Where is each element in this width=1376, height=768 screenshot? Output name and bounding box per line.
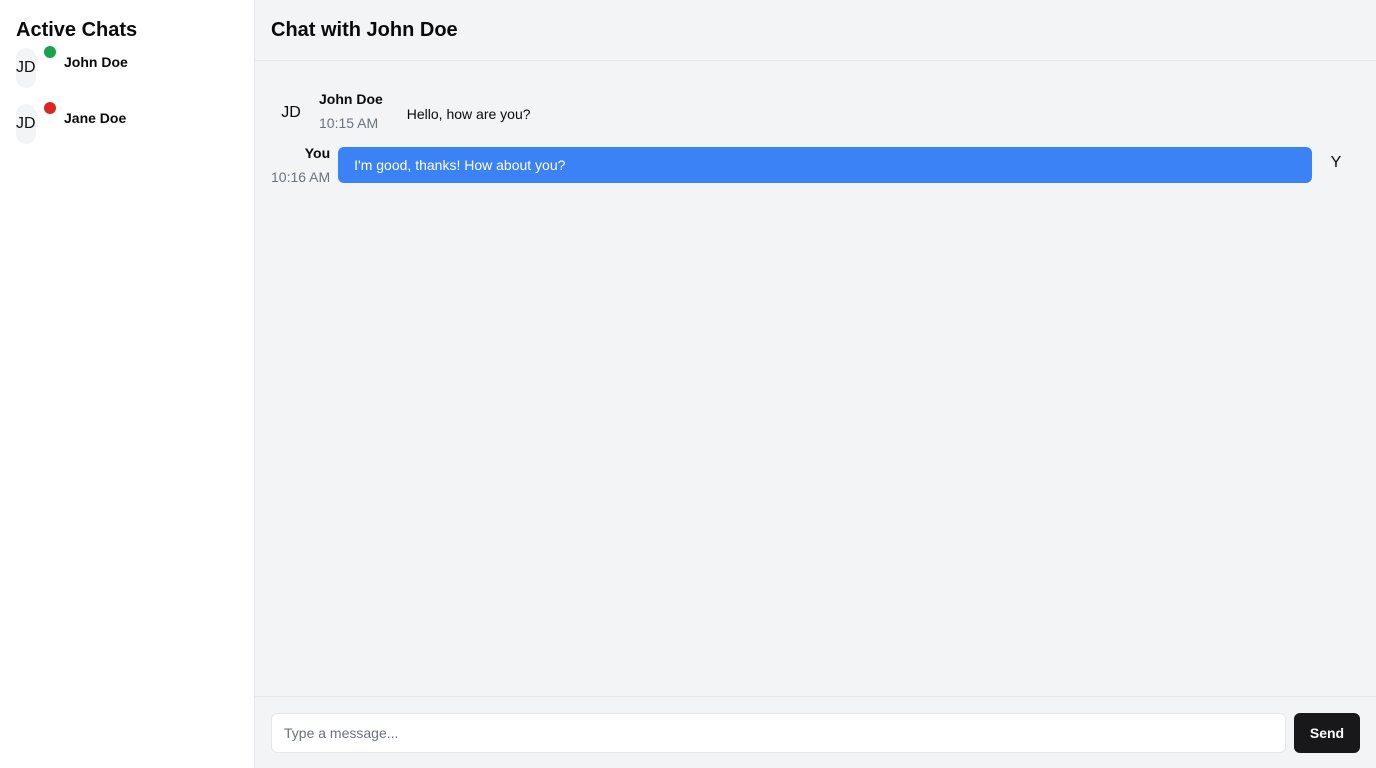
message-composer: Send <box>255 696 1376 768</box>
message-time: 10:16 AM <box>271 169 331 185</box>
chat-item-john-doe[interactable]: JD John Doe <box>16 46 238 88</box>
avatar-wrap: JD <box>16 102 56 144</box>
chat-list: JD John Doe JD Jane Doe <box>16 46 238 144</box>
message-input[interactable] <box>271 712 1286 753</box>
send-button[interactable]: Send <box>1294 712 1360 753</box>
message-time: 10:15 AM <box>319 115 379 131</box>
chat-item-label: John Doe <box>64 54 128 70</box>
avatar: JD <box>16 104 36 144</box>
chat-item-label: Jane Doe <box>64 110 127 126</box>
sidebar: Active Chats JD John Doe JD Jane Doe <box>0 0 255 768</box>
message-incoming: JD John Doe 10:15 AM Hello, how are you? <box>271 85 1360 141</box>
message-outgoing: You 10:16 AM I'm good, thanks! How about… <box>271 145 1360 189</box>
chat-item-jane-doe[interactable]: JD Jane Doe <box>16 102 238 144</box>
chat-header: Chat with John Doe <box>255 0 1376 61</box>
message-meta: You 10:16 AM <box>271 143 330 187</box>
avatar: JD <box>281 104 301 121</box>
message-text: I'm good, thanks! How about you? <box>354 157 566 173</box>
message-sender: You <box>304 145 331 161</box>
avatar: Y <box>1330 154 1342 171</box>
message-meta: John Doe 10:15 AM <box>319 89 383 133</box>
sidebar-title: Active Chats <box>16 19 138 41</box>
message-text: Hello, how are you? <box>406 106 531 122</box>
message-list[interactable]: JD John Doe 10:15 AM Hello, how are you?… <box>255 61 1376 696</box>
message-sender: John Doe <box>319 91 383 107</box>
avatar-wrap: JD <box>16 46 56 88</box>
message-bubble: I'm good, thanks! How about you? <box>338 147 1312 183</box>
chat-main: Chat with John Doe JD John Doe 10:15 AM … <box>255 0 1376 768</box>
chat-app: Active Chats JD John Doe JD Jane Doe Cha… <box>0 0 1376 768</box>
avatar: JD <box>16 48 36 88</box>
status-offline-dot <box>44 102 56 114</box>
page-title: Chat with John Doe <box>271 18 458 41</box>
status-online-dot <box>44 46 56 58</box>
